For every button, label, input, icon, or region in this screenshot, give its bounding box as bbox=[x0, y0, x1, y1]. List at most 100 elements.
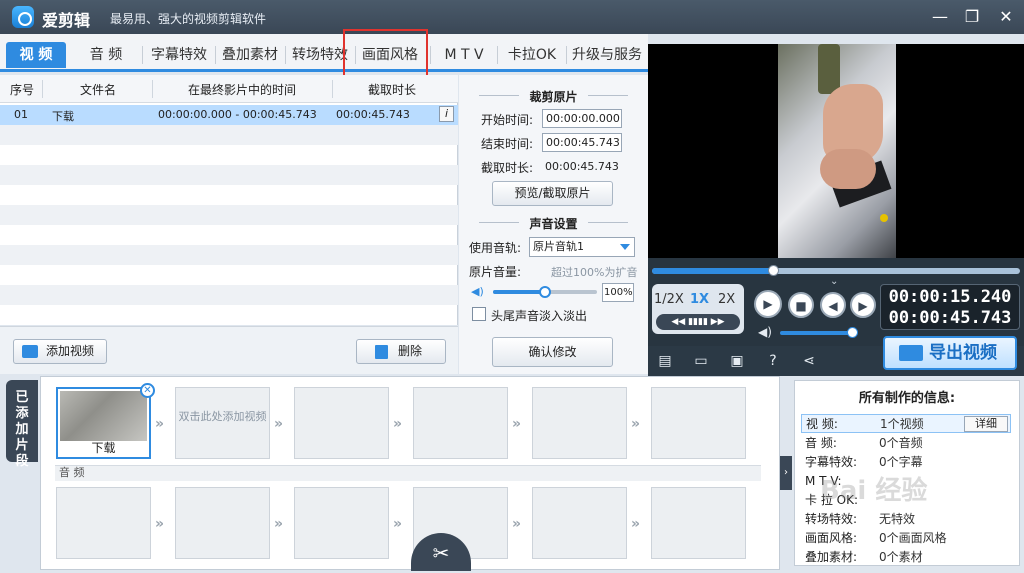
audio-track-value: 原片音轨1 bbox=[533, 240, 584, 253]
end-time-field[interactable]: 00:00:45.743 bbox=[542, 133, 622, 152]
audio-slot[interactable] bbox=[294, 487, 389, 559]
video-frame bbox=[778, 44, 896, 258]
collapse-chevron-icon[interactable]: ⌄ bbox=[830, 276, 838, 287]
info-row-video: 视 频: 1个视频 详细 bbox=[801, 414, 1011, 433]
volume-label: 原片音量: bbox=[469, 265, 522, 279]
timeline-slot[interactable] bbox=[413, 387, 508, 459]
speaker-icon: ◀) bbox=[471, 285, 484, 298]
volume-value-field[interactable]: 100% bbox=[602, 283, 634, 302]
share-icon[interactable]: ⋖ bbox=[800, 352, 818, 370]
added-clips-label: 已添加片段 bbox=[15, 390, 29, 469]
close-icon[interactable]: ✕ bbox=[996, 7, 1016, 27]
previous-frame-button[interactable]: ◀ bbox=[820, 292, 846, 318]
duration-value: 00:00:45.743 bbox=[545, 160, 619, 173]
clip-table: 序号 文件名 在最终影片中的时间 截取时长 01 下载 00:00:00.000… bbox=[0, 75, 458, 325]
playback-progress-knob[interactable] bbox=[768, 265, 780, 276]
end-time-label: 结束时间: bbox=[481, 137, 534, 151]
player-volume-knob[interactable] bbox=[847, 327, 859, 338]
detail-button[interactable]: 详细 bbox=[964, 416, 1008, 432]
player-controls: ⌄ 1/2X 1X 2X ◀◀ ▮▮▮▮ ▶▶ ▶ ■ ◀ ▶ 00:00:15… bbox=[648, 258, 1024, 346]
speed-dial[interactable]: ◀◀ ▮▮▮▮ ▶▶ bbox=[656, 314, 740, 330]
chevron-down-icon bbox=[620, 244, 630, 250]
fade-checkbox[interactable] bbox=[472, 307, 486, 321]
volume-slider[interactable] bbox=[493, 286, 597, 298]
timeline-slot[interactable] bbox=[532, 387, 627, 459]
tab-video[interactable]: 视 频 bbox=[6, 42, 66, 68]
duration-label: 截取时长: bbox=[481, 161, 534, 175]
audio-slot[interactable] bbox=[175, 487, 270, 559]
total-time: 00:00:45.743 bbox=[888, 308, 1012, 328]
audio-track-select[interactable]: 原片音轨1 bbox=[529, 237, 635, 257]
confirm-button[interactable]: 确认修改 bbox=[492, 337, 613, 367]
tab-upgrade[interactable]: 升级与服务 bbox=[570, 42, 644, 68]
audio-slot[interactable] bbox=[56, 487, 151, 559]
tab-mtv[interactable]: M T V bbox=[434, 42, 494, 68]
start-time-label: 开始时间: bbox=[481, 113, 534, 127]
speed-double[interactable]: 2X bbox=[718, 292, 735, 307]
settings-panel: 裁剪原片 开始时间: 00:00:00.000 结束时间: 00:00:45.7… bbox=[459, 75, 648, 374]
volume-slider-knob[interactable] bbox=[539, 286, 551, 298]
timeline-clip[interactable]: 下载 ✕ bbox=[56, 383, 155, 459]
info-icon[interactable]: i bbox=[439, 106, 454, 122]
stop-button[interactable]: ■ bbox=[788, 292, 814, 318]
export-video-button[interactable]: 导出视频 bbox=[883, 336, 1017, 370]
help-icon[interactable]: ? bbox=[764, 352, 782, 370]
speed-half[interactable]: 1/2X bbox=[654, 292, 684, 307]
preview-trim-button[interactable]: 预览/截取原片 bbox=[492, 181, 613, 206]
col-time: 在最终影片中的时间 bbox=[188, 83, 297, 97]
speed-normal[interactable]: 1X bbox=[690, 292, 709, 307]
title-bar: 爱剪辑 最易用、强大的视频剪辑软件 — ❐ ✕ bbox=[0, 0, 1024, 34]
volume-hint: 超过100%为扩音 bbox=[551, 266, 638, 279]
add-video-button[interactable]: 添加视频 bbox=[13, 339, 107, 364]
info-row-overlay: 叠加素材: 0个素材 bbox=[805, 550, 923, 564]
new-project-icon[interactable]: ▤ bbox=[656, 352, 674, 370]
play-button[interactable]: ▶ bbox=[754, 290, 782, 318]
clip-thumbnail bbox=[60, 391, 147, 441]
save-icon[interactable]: ▣ bbox=[728, 352, 746, 370]
remove-clip-icon[interactable]: ✕ bbox=[140, 383, 155, 398]
delete-label: 删除 bbox=[397, 344, 422, 358]
col-duration: 截取时长 bbox=[368, 83, 417, 97]
audio-track-label: 音 频 bbox=[55, 465, 761, 481]
player-volume-slider[interactable] bbox=[780, 327, 859, 338]
added-clips-tab[interactable]: 已添加片段 bbox=[6, 380, 38, 469]
info-title: 所有制作的信息: bbox=[858, 391, 956, 406]
bottom-toolbar: ▤ ▭ ▣ ? ⋖ 导出视频 bbox=[648, 336, 1024, 376]
sound-section-title: 声音设置 bbox=[459, 215, 648, 232]
export-video-label: 导出视频 bbox=[929, 343, 997, 363]
app-logo-icon bbox=[12, 6, 34, 28]
maximize-icon[interactable]: ❐ bbox=[962, 7, 982, 27]
tab-audio[interactable]: 音 频 bbox=[76, 42, 136, 68]
annotation-highlight-box bbox=[343, 29, 428, 78]
start-time-field[interactable]: 00:00:00.000 bbox=[542, 109, 622, 128]
audio-slot[interactable] bbox=[651, 487, 746, 559]
delete-button[interactable]: 删除 bbox=[356, 339, 446, 364]
main-tabs: 视 频 音 频 字幕特效 叠加素材 转场特效 画面风格 M T V 卡拉OK 升… bbox=[0, 34, 648, 72]
app-name: 爱剪辑 bbox=[42, 11, 91, 30]
minimize-icon[interactable]: — bbox=[930, 7, 950, 27]
clip-label: 下载 bbox=[91, 441, 116, 455]
player-volume-icon[interactable]: ◀) bbox=[758, 325, 772, 339]
watermark: Bai 经验 bbox=[820, 476, 928, 506]
expand-arrow-icon[interactable]: › bbox=[780, 456, 792, 490]
playback-progress[interactable] bbox=[652, 265, 1020, 276]
next-frame-button[interactable]: ▶ bbox=[850, 292, 876, 318]
tab-overlay[interactable]: 叠加素材 bbox=[218, 42, 282, 68]
info-row-transition: 转场特效: 无特效 bbox=[805, 512, 916, 526]
open-folder-icon[interactable]: ▭ bbox=[692, 352, 710, 370]
timeline-slot[interactable] bbox=[294, 387, 389, 459]
timeline-slot[interactable] bbox=[651, 387, 746, 459]
speed-panel: 1/2X 1X 2X ◀◀ ▮▮▮▮ ▶▶ bbox=[652, 284, 744, 334]
info-row-picture-style: 画面风格: 0个画面风格 bbox=[805, 531, 947, 545]
timeline: 下载 ✕ » 双击此处添加视频 » » » » 音 频 » » » » » ✂ bbox=[40, 376, 780, 571]
table-row[interactable]: 01 下载 00:00:00.000 - 00:00:45.743 00:00:… bbox=[0, 105, 458, 125]
volume-slider-fill bbox=[493, 290, 545, 294]
audio-slot[interactable] bbox=[532, 487, 627, 559]
table-header: 序号 文件名 在最终影片中的时间 截取时长 bbox=[0, 75, 458, 103]
timeline-slot-empty[interactable]: 双击此处添加视频 bbox=[175, 387, 270, 459]
add-video-label: 添加视频 bbox=[45, 344, 94, 358]
col-index: 序号 bbox=[10, 83, 35, 97]
tab-karaoke[interactable]: 卡拉OK bbox=[500, 42, 564, 68]
fade-label: 头尾声音淡入淡出 bbox=[491, 309, 588, 323]
tab-subtitle-effects[interactable]: 字幕特效 bbox=[146, 42, 212, 68]
